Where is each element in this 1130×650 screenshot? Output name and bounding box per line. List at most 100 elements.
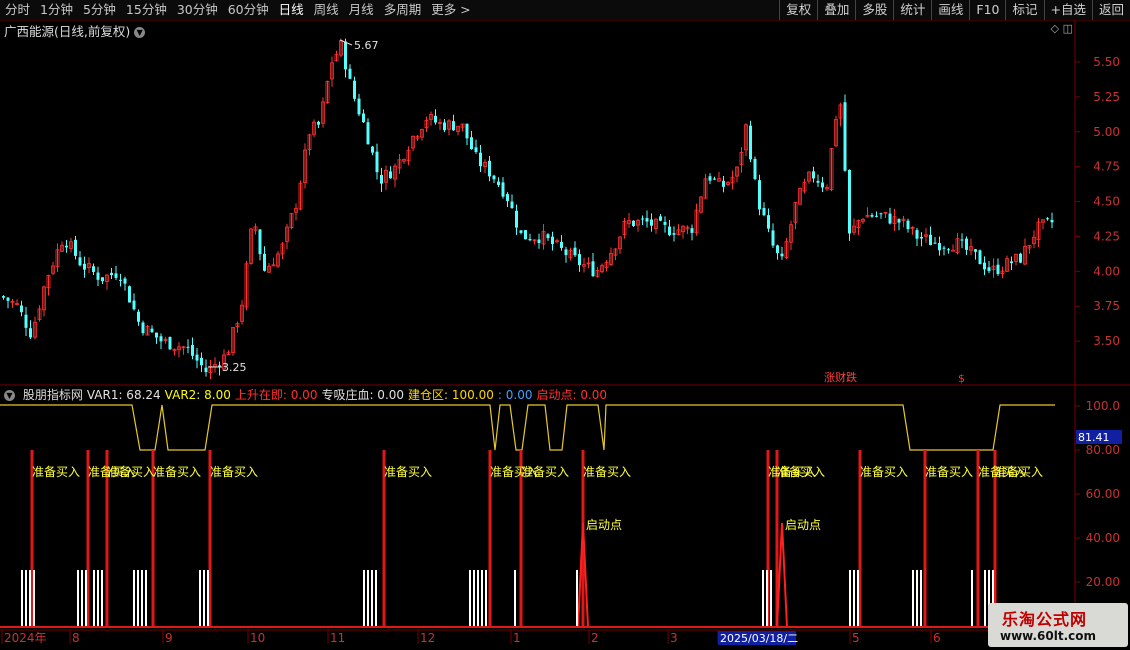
indicator-axis-label: 80.00	[1086, 443, 1120, 457]
candle-body	[947, 249, 950, 251]
indicator-value: 启动点: 0.00	[536, 388, 608, 402]
candle-body	[519, 230, 523, 233]
candle-body	[690, 228, 694, 233]
price-label: 4.50	[1093, 195, 1120, 209]
indicator-value: 上升在即: 0.00	[234, 388, 318, 402]
candle-body	[942, 247, 946, 249]
candle-body	[357, 98, 361, 115]
date-label: 2024年	[4, 631, 47, 645]
candle-body	[195, 354, 199, 361]
window-controls[interactable]: ◇ ◫	[1051, 22, 1073, 35]
indicator-axis-label: 40.00	[1086, 531, 1120, 545]
build-zone-line	[0, 404, 1055, 451]
indicator-chevron-icon[interactable]: ▼	[4, 390, 15, 401]
candle-body	[501, 182, 505, 197]
candle-body	[645, 218, 649, 222]
watermark-logo: 乐淘公式网 www.60lt.com	[988, 603, 1128, 647]
candle-body	[762, 208, 766, 216]
candle-body	[150, 328, 154, 333]
candle-body	[951, 249, 955, 252]
date-label: 11	[330, 631, 345, 645]
candle-body	[1010, 261, 1013, 264]
candle-body	[317, 121, 320, 125]
candle-body	[353, 80, 356, 99]
candle-body	[573, 247, 577, 256]
candle-body	[204, 367, 208, 373]
candle-body	[389, 171, 392, 179]
candle-body	[632, 220, 635, 226]
candle-body	[366, 122, 370, 145]
price-label: 5.25	[1093, 90, 1120, 104]
candle-body	[560, 241, 563, 248]
candle-body	[546, 234, 550, 239]
candle-body	[2, 296, 5, 298]
candle-body	[776, 245, 779, 254]
candle-body	[978, 250, 982, 265]
candle-body	[452, 121, 455, 131]
candle-body	[672, 233, 676, 235]
date-label: 9	[165, 631, 173, 645]
candle-body	[119, 279, 122, 281]
date-label: 2025/03/18/二	[720, 632, 798, 645]
date-label: 2	[591, 631, 599, 645]
prepare-buy-label: 准备买入	[925, 465, 973, 479]
stock-title[interactable]: 广西能源(日线,前复权) ▼	[4, 21, 146, 40]
indicator-axis-label: 60.00	[1086, 487, 1120, 501]
candle-body	[753, 158, 757, 180]
low-price-label: 3.25	[222, 361, 247, 374]
candle-body	[191, 344, 194, 356]
candle-body	[821, 182, 824, 188]
candle-body	[92, 266, 95, 272]
prepare-buy-label: 准备买入	[32, 465, 80, 479]
candle-body	[848, 169, 851, 234]
candle-body	[510, 201, 514, 209]
candle-body	[101, 277, 104, 282]
candle-body	[114, 273, 118, 278]
event-badge-label: 涨财跌	[824, 370, 857, 384]
candle-body	[708, 176, 712, 181]
date-label: 1	[513, 631, 521, 645]
indicator-value: VAR1: 68.24	[86, 388, 161, 402]
watermark-line1: 乐淘公式网	[1002, 610, 1088, 629]
high-price-label: 5.67	[354, 39, 379, 52]
candle-body	[816, 180, 820, 183]
candle-body	[506, 194, 509, 201]
candle-body	[933, 242, 937, 244]
prepare-buy-label: 准备买入	[860, 465, 908, 479]
indicator-value: : 0.00	[497, 388, 533, 402]
candle-body	[996, 264, 1000, 274]
price-label: 4.75	[1093, 160, 1120, 174]
candle-body	[474, 147, 478, 153]
chevron-down-icon[interactable]: ▼	[134, 27, 146, 38]
date-label: 5	[852, 631, 860, 645]
candle-body	[879, 213, 883, 215]
candle-body	[515, 210, 518, 228]
indicator-title-bar: ▼ 股朋指标网 VAR1: 68.24 VAR2: 8.00 上升在即: 0.00 专吸…	[4, 386, 611, 402]
candle-body	[271, 264, 276, 267]
prepare-buy-label: 准备买入	[777, 465, 825, 479]
candle-body	[929, 234, 932, 246]
candle-body	[641, 218, 644, 220]
date-label: 6	[933, 631, 941, 645]
prepare-buy-label: 准备买入	[210, 465, 258, 479]
prepare-buy-label: 准备买入	[583, 465, 631, 479]
candle-body	[132, 300, 136, 310]
chart-canvas: 5.50 5.25 5.00 4.75 4.50 4.25 4.00 3.75 3.50 5.67…	[0, 20, 1130, 645]
candle-body	[960, 239, 964, 241]
candle-body	[258, 229, 262, 255]
candle-body	[812, 171, 815, 179]
candle-body	[186, 346, 190, 348]
candle-body	[758, 180, 761, 210]
candle-body	[362, 113, 365, 123]
candle-body	[1050, 219, 1054, 223]
candle-body	[974, 249, 977, 252]
date-label: 3	[670, 631, 678, 645]
candle-body	[780, 253, 784, 257]
candle-body	[6, 297, 10, 301]
candle-body	[141, 322, 145, 334]
launch-point-label: 启动点	[586, 518, 622, 532]
candle-body	[74, 239, 77, 256]
candle-body	[96, 272, 100, 280]
candle-body	[492, 175, 496, 180]
candle-body	[344, 41, 347, 70]
